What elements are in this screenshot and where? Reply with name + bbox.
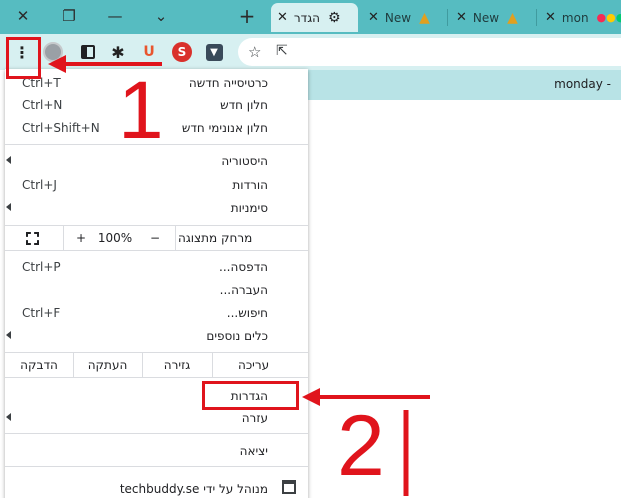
- zoom-label: מרחק מתצוגה: [178, 231, 253, 245]
- minimize-icon: —: [107, 7, 123, 25]
- cut-button[interactable]: גזירה: [142, 353, 212, 377]
- close-tab-icon[interactable]: ✕: [545, 10, 556, 25]
- address-bar[interactable]: ☆ ⇱: [238, 38, 621, 66]
- bookmarks-bar: monday -: [300, 70, 621, 100]
- menu-divider: [63, 226, 64, 250]
- tab-separator: [536, 9, 537, 26]
- chevron-down-icon: ⌄: [154, 7, 168, 25]
- highlight-box-settings: [202, 381, 299, 410]
- tab-strip: ✕ ❐ — ⌄ + ✕ הגדר ⚙ ✕ New ▲ ✕ New ▲ ✕ mon…: [0, 0, 621, 34]
- monday-logo-icon: ●●●: [596, 11, 621, 24]
- puzzle-icon: ✱: [111, 42, 125, 62]
- step-number-1: 1: [118, 65, 164, 156]
- step-number-2: 2: [337, 398, 385, 494]
- tab-title: הגדר: [293, 10, 321, 25]
- app-logo-icon: ▲: [507, 9, 518, 26]
- close-icon: ✕: [16, 7, 30, 25]
- tab-search-button[interactable]: ⌄: [138, 0, 184, 32]
- fullscreen-icon: [25, 231, 39, 245]
- zoom-row: מרחק מתצוגה − 100% +: [5, 225, 308, 251]
- zoom-in-button[interactable]: +: [63, 226, 99, 250]
- window-minimize-button[interactable]: —: [92, 0, 138, 32]
- menu-item-more-tools[interactable]: כלים נוספים: [5, 325, 308, 347]
- menu-item-print[interactable]: הדפסה... Ctrl+P: [5, 256, 308, 278]
- app-logo-icon: ▲: [419, 9, 430, 26]
- menu-divider: [175, 226, 176, 250]
- extension-s-icon: S: [172, 42, 192, 62]
- menu-item-downloads[interactable]: הורדות Ctrl+J: [5, 174, 308, 196]
- tab-title: New: [472, 10, 500, 25]
- gear-icon: ⚙: [328, 9, 341, 26]
- ublock-icon: U: [143, 44, 155, 60]
- extension-s-button[interactable]: S: [170, 41, 194, 63]
- menu-divider: [5, 433, 308, 434]
- menu-item-cast[interactable]: העברה...: [5, 279, 308, 301]
- browser-window: ✕ ❐ — ⌄ + ✕ הגדר ⚙ ✕ New ▲ ✕ New ▲ ✕ mon…: [0, 0, 621, 498]
- extensions-button[interactable]: ✱: [106, 41, 130, 63]
- fullscreen-button[interactable]: [15, 226, 49, 250]
- extension-bitwarden-button[interactable]: ▼: [202, 41, 226, 63]
- star-icon[interactable]: ☆: [248, 43, 261, 61]
- restore-icon: ❐: [62, 7, 76, 25]
- menu-divider: [73, 353, 74, 377]
- submenu-arrow-icon: [6, 331, 11, 339]
- tab-title: mon: [561, 10, 589, 25]
- plus-icon: +: [238, 4, 256, 28]
- copy-button[interactable]: העתקה: [73, 353, 142, 377]
- new-tab-button[interactable]: +: [224, 0, 270, 32]
- menu-divider: [142, 353, 143, 377]
- edit-row: עריכה גזירה העתקה הדבקה: [5, 352, 308, 378]
- zoom-level: 100%: [97, 231, 133, 245]
- menu-item-exit[interactable]: יציאה: [5, 440, 308, 462]
- close-tab-icon[interactable]: ✕: [277, 10, 288, 25]
- window-close-button[interactable]: ✕: [0, 0, 46, 32]
- tab-separator: [447, 9, 448, 26]
- paste-button[interactable]: הדבקה: [5, 353, 73, 377]
- menu-item-bookmarks[interactable]: סימניות: [5, 197, 308, 219]
- menu-divider: [5, 466, 308, 467]
- submenu-arrow-icon: [6, 413, 11, 421]
- submenu-arrow-icon: [6, 203, 11, 211]
- building-icon: [282, 480, 296, 494]
- avatar: [43, 42, 63, 62]
- toolbar: ⋮ ✱ U S ▼ ☆ ⇱: [0, 34, 621, 70]
- managed-by-notice[interactable]: מנוהל על ידי techbuddy.se: [5, 478, 308, 498]
- menu-item-find[interactable]: חיפוש... Ctrl+F: [5, 302, 308, 324]
- side-panel-icon: [81, 45, 95, 59]
- close-tab-icon[interactable]: ✕: [368, 10, 379, 25]
- tab-title: New: [384, 10, 412, 25]
- submenu-arrow-icon: [6, 156, 11, 164]
- shield-icon: ▼: [205, 43, 223, 61]
- highlight-box-menu-button: [6, 37, 41, 79]
- extension-ublock-button[interactable]: U: [137, 41, 161, 63]
- tab-settings[interactable]: ✕ הגדר ⚙: [271, 3, 358, 32]
- profile-button[interactable]: [41, 41, 65, 63]
- tab-new-1[interactable]: ✕ New ▲: [362, 3, 446, 32]
- menu-item-help[interactable]: עזרה: [5, 407, 308, 429]
- tab-new-2[interactable]: ✕ New ▲: [450, 3, 534, 32]
- zoom-out-button[interactable]: −: [135, 226, 175, 250]
- close-tab-icon[interactable]: ✕: [456, 10, 467, 25]
- edit-label: עריכה: [238, 358, 270, 372]
- side-panel-button[interactable]: [76, 41, 100, 63]
- window-restore-button[interactable]: ❐: [46, 0, 92, 32]
- menu-divider: [212, 353, 213, 377]
- share-icon[interactable]: ⇱: [276, 43, 288, 59]
- tab-monday[interactable]: ✕ mon ●●●: [539, 3, 621, 32]
- bookmark-item[interactable]: monday -: [554, 77, 611, 91]
